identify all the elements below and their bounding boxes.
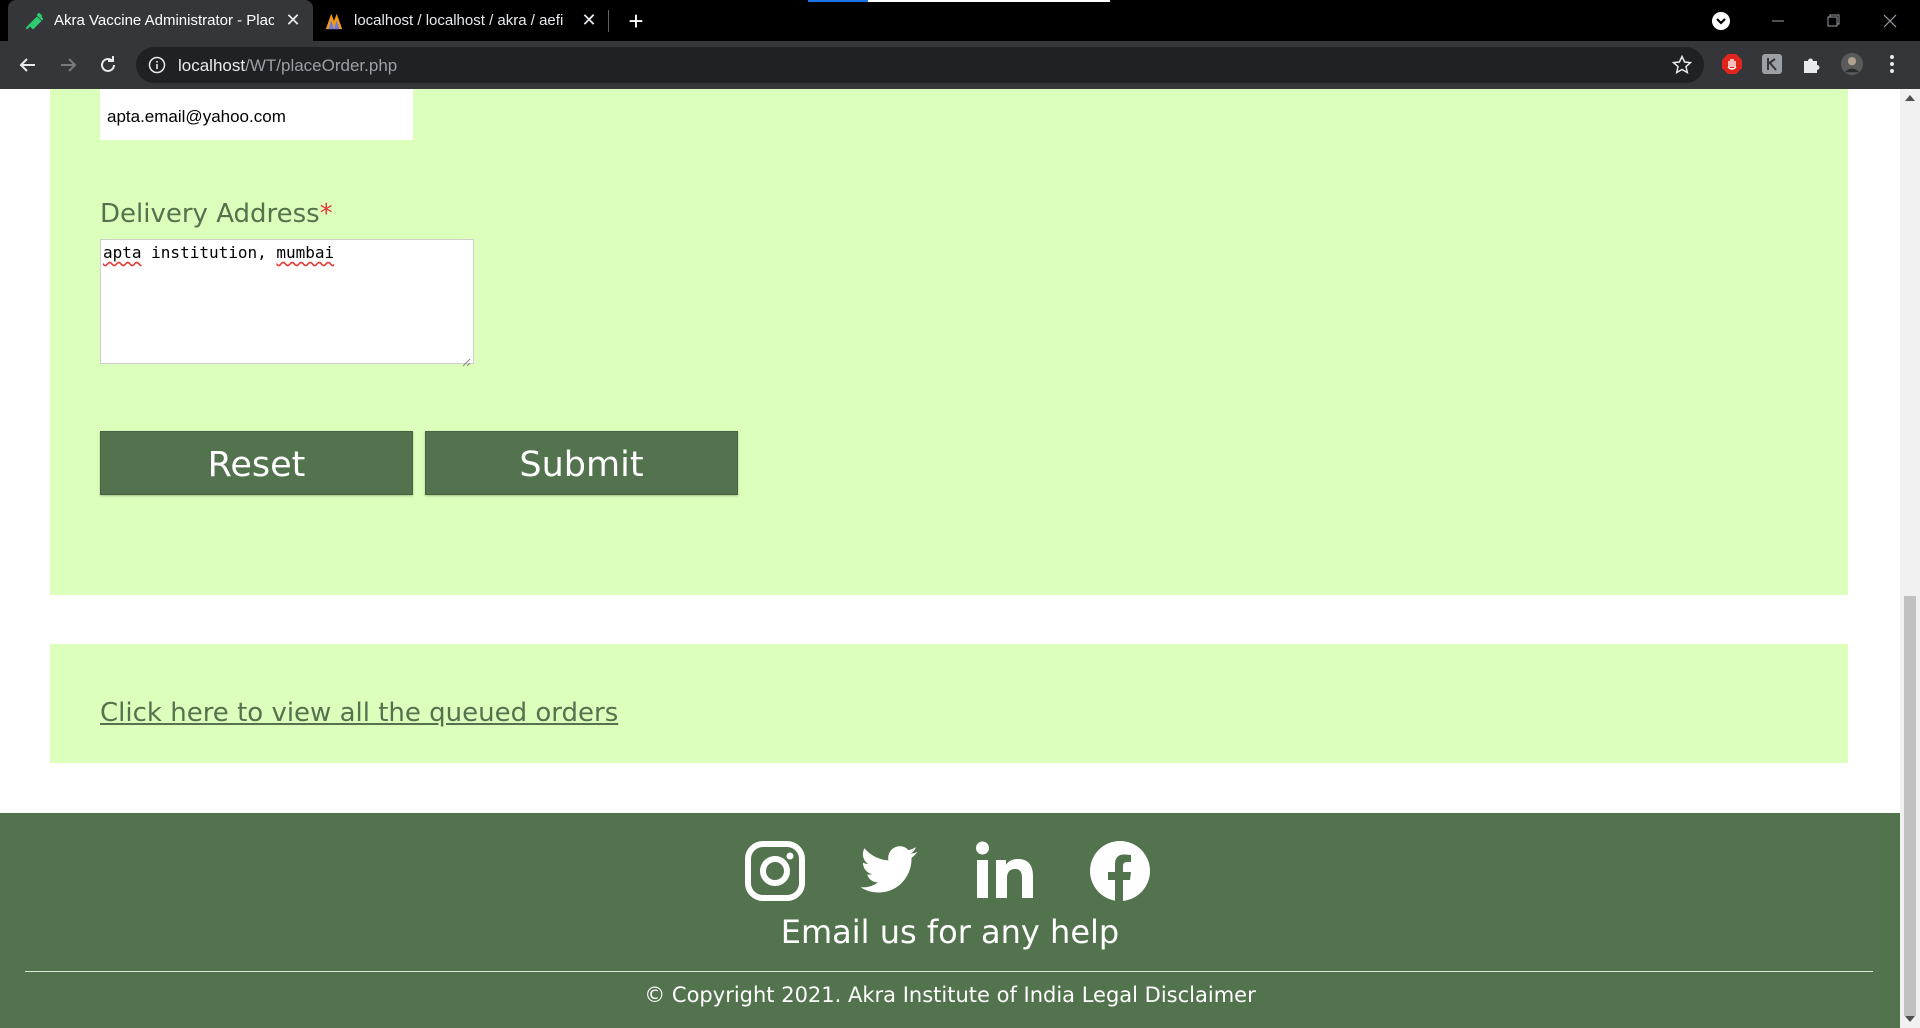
scroll-up-icon[interactable]: [1905, 95, 1915, 101]
required-marker: *: [319, 199, 333, 229]
close-tab-icon[interactable]: ✕: [579, 10, 599, 30]
bookmark-star-icon[interactable]: [1671, 54, 1693, 75]
avatar[interactable]: [1840, 52, 1864, 76]
tab-phpmyadmin[interactable]: localhost / localhost / akra / aefi ✕: [314, 0, 609, 41]
tab-title: localhost / localhost / akra / aefi: [354, 12, 564, 29]
page-viewport: Delivery Address* apta institution, mumb…: [0, 89, 1900, 1028]
phpmyadmin-icon: [324, 11, 344, 31]
puzzle-extensions-icon[interactable]: [1800, 52, 1824, 76]
facebook-icon[interactable]: [1089, 840, 1151, 902]
adblock-extension-icon[interactable]: [1720, 52, 1744, 76]
order-form: Delivery Address* apta institution, mumb…: [50, 89, 1848, 595]
page-scrollbar[interactable]: [1900, 89, 1920, 1028]
tab-separator: [608, 10, 609, 32]
reset-button[interactable]: Reset: [100, 431, 413, 495]
scroll-down-icon[interactable]: [1905, 1016, 1915, 1022]
restore-icon[interactable]: [1806, 0, 1862, 41]
delivery-address-field[interactable]: apta institution, mumbai: [100, 239, 474, 367]
twitter-icon[interactable]: [858, 840, 920, 902]
tab-search-icon[interactable]: [1710, 10, 1732, 32]
minimize-icon[interactable]: [1750, 0, 1806, 41]
queued-orders-panel: Click here to view all the queued orders: [50, 644, 1848, 763]
view-queued-orders-link[interactable]: Click here to view all the queued orders: [100, 698, 618, 728]
reload-icon[interactable]: [94, 51, 122, 79]
tab-title: Akra Vaccine Administrator - Plac: [54, 12, 274, 29]
site-footer: Email us for any help © Copyright 2021. …: [0, 813, 1900, 1028]
footer-copyright: © Copyright 2021. Akra Institute of Indi…: [644, 983, 1256, 1007]
resize-handle-icon[interactable]: [462, 352, 471, 367]
forward-icon[interactable]: [54, 51, 82, 79]
instagram-icon[interactable]: [744, 840, 806, 902]
close-tab-icon[interactable]: ✕: [283, 10, 303, 30]
back-icon[interactable]: [14, 51, 42, 79]
tab-akra-vaccine[interactable]: Akra Vaccine Administrator - Plac ✕: [8, 0, 313, 41]
email-field[interactable]: [100, 89, 413, 140]
footer-help-text: Email us for any help: [780, 913, 1120, 951]
linkedin-icon[interactable]: [975, 840, 1037, 902]
footer-divider: [25, 971, 1873, 972]
delivery-address-label: Delivery Address*: [100, 199, 333, 229]
new-tab-icon[interactable]: +: [622, 6, 650, 36]
scroll-thumb[interactable]: [1904, 596, 1916, 1016]
tab-loading-indicator: [808, 0, 868, 2]
browser-toolbar: localhost/WT/placeOrder.php: [0, 41, 1920, 89]
syringe-icon: [24, 11, 44, 31]
menu-kebab-icon[interactable]: [1880, 52, 1904, 76]
close-window-icon[interactable]: [1862, 0, 1918, 41]
site-info-icon[interactable]: [148, 56, 166, 74]
submit-button[interactable]: Submit: [425, 431, 738, 495]
extension-icon[interactable]: [1760, 52, 1784, 76]
address-bar[interactable]: localhost/WT/placeOrder.php: [136, 47, 1704, 83]
tab-strip: Akra Vaccine Administrator - Plac ✕ loca…: [0, 0, 1920, 41]
url-text: localhost/WT/placeOrder.php: [178, 56, 398, 75]
